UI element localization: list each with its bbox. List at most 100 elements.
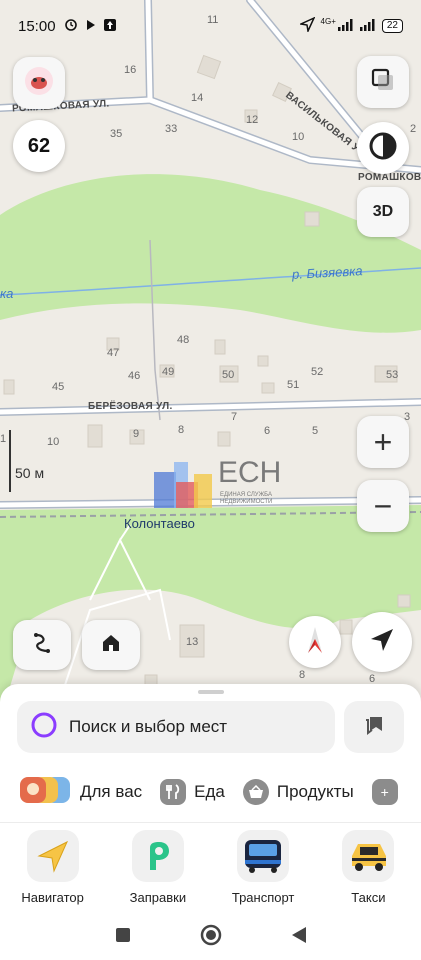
speed-limit-indicator[interactable]: 62 <box>13 120 65 172</box>
search-placeholder: Поиск и выбор мест <box>69 717 228 736</box>
alice-icon[interactable] <box>31 712 57 743</box>
home-nav-icon[interactable] <box>200 924 222 951</box>
watermark-line1: ЕДИНАЯ СЛУЖБА <box>220 492 272 498</box>
chip-label: Продукты <box>276 782 354 801</box>
play-icon <box>86 18 96 35</box>
back-icon[interactable] <box>291 926 307 949</box>
service-fuel[interactable]: Заправки <box>108 830 208 912</box>
upload-icon <box>103 18 116 35</box>
for-you-icon <box>20 776 72 808</box>
service-label: Навигатор <box>21 890 84 905</box>
services-row: Навигатор Заправки Транспорт Такси <box>0 830 421 912</box>
house-number: 6 <box>264 425 271 437</box>
navigation-arrow-icon <box>369 627 395 658</box>
chip-food[interactable]: Еда <box>160 779 225 805</box>
more-icon: + <box>371 779 398 805</box>
groceries-icon <box>242 779 269 805</box>
speed-limit-value: 62 <box>27 134 51 157</box>
location-arrow-icon <box>298 16 316 35</box>
house-number: 51 <box>287 379 300 391</box>
house-number: 8 <box>178 424 185 436</box>
zoom-out-label: − <box>373 488 393 524</box>
route-button[interactable] <box>13 620 71 670</box>
watermark-title: ЕСН <box>218 456 282 489</box>
scale-bar <box>9 430 11 492</box>
chip-groceries[interactable]: Продукты <box>242 779 354 805</box>
navigator-icon <box>26 830 79 882</box>
river-label-west: ка <box>0 286 14 301</box>
house-number: 9 <box>133 428 140 440</box>
compass-button[interactable] <box>289 616 341 668</box>
house-number: 49 <box>162 366 175 378</box>
transport-icon <box>237 830 290 882</box>
station-label[interactable]: Колонтаево <box>124 516 195 531</box>
house-number: 1 <box>0 433 7 445</box>
house-number: 10 <box>47 436 60 448</box>
street-label-berezovaya: БЕРЁЗОВАЯ УЛ. <box>88 401 173 412</box>
food-icon <box>160 779 187 805</box>
3d-button-label: 3D <box>372 203 394 220</box>
house-number: 12 <box>246 114 259 126</box>
sheet-drag-handle[interactable] <box>198 690 224 694</box>
house-number: 5 <box>312 425 319 437</box>
scale-label: 50 м <box>15 465 45 481</box>
category-chips: Для вас Еда Продукты + <box>0 772 421 812</box>
house-number: 13 <box>186 636 199 648</box>
compass-icon <box>303 625 327 660</box>
house-number: 45 <box>52 381 65 393</box>
home-button[interactable] <box>82 620 140 670</box>
fuel-icon <box>131 830 184 882</box>
watermark-line2: НЕДВИЖИМОСТИ <box>220 499 273 505</box>
profile-avatar-button[interactable] <box>13 57 65 109</box>
signal-icon-2 <box>359 18 376 34</box>
house-number: 50 <box>222 369 235 381</box>
house-number: 46 <box>128 370 141 382</box>
house-number: 2 <box>410 123 417 135</box>
network-type: 4G+ <box>320 16 336 26</box>
house-number: 53 <box>386 369 399 381</box>
service-navigator[interactable]: Навигатор <box>3 830 103 912</box>
house-number: 35 <box>110 128 123 140</box>
chip-more[interactable]: + <box>371 779 398 805</box>
taxi-icon <box>342 830 395 882</box>
house-number: 48 <box>177 334 190 346</box>
zoom-out-button[interactable]: − <box>357 480 409 532</box>
status-time: 15:00 <box>18 17 56 35</box>
service-label: Такси <box>351 890 386 905</box>
zoom-in-label: + <box>373 424 393 460</box>
route-icon <box>30 631 54 660</box>
house-number: 14 <box>191 92 204 104</box>
recents-icon[interactable] <box>115 927 131 948</box>
search-input[interactable]: Поиск и выбор мест <box>17 701 335 753</box>
alarm-icon <box>64 17 78 35</box>
layers-button[interactable] <box>357 56 409 108</box>
house-number: 7 <box>231 411 238 423</box>
compass-mode-button[interactable] <box>357 122 409 174</box>
house-number: 10 <box>292 131 305 143</box>
home-icon <box>100 632 122 659</box>
service-taxi[interactable]: Такси <box>318 830 418 912</box>
zoom-in-button[interactable]: + <box>357 416 409 468</box>
street-label-romashkovaya-east: РОМАШКОВ <box>358 172 421 183</box>
bookmarks-icon <box>364 715 384 740</box>
signal-icon <box>337 18 354 34</box>
house-number: 33 <box>165 123 178 135</box>
status-bar: 15:00 4G+ 22 <box>0 0 421 52</box>
service-label: Транспорт <box>231 890 295 905</box>
my-location-button[interactable] <box>352 612 412 672</box>
divider <box>0 822 421 823</box>
system-nav-bar <box>0 914 421 960</box>
battery-indicator: 22 <box>381 19 403 33</box>
house-number: 16 <box>124 64 137 76</box>
layers-icon <box>370 67 396 98</box>
bookmarks-button[interactable] <box>344 701 404 753</box>
chip-label: Для вас <box>80 782 143 801</box>
bottom-sheet[interactable]: Поиск и выбор мест Для вас Еда Продукты … <box>0 684 421 960</box>
map-canvas[interactable]: РОМАШКОВАЯ УЛ. РОМАШКОВ ВАСИЛЬКОВАЯ У БЕ… <box>0 0 421 720</box>
chip-label: Еда <box>194 782 225 801</box>
watermark-logo: ЕСН ЕДИНАЯ СЛУЖБА НЕДВИЖИМОСТИ <box>150 452 282 514</box>
service-transport[interactable]: Транспорт <box>213 830 313 912</box>
3d-button[interactable]: 3D <box>357 187 409 237</box>
chip-for-you[interactable]: Для вас <box>20 776 143 808</box>
avatar-icon <box>24 66 54 101</box>
